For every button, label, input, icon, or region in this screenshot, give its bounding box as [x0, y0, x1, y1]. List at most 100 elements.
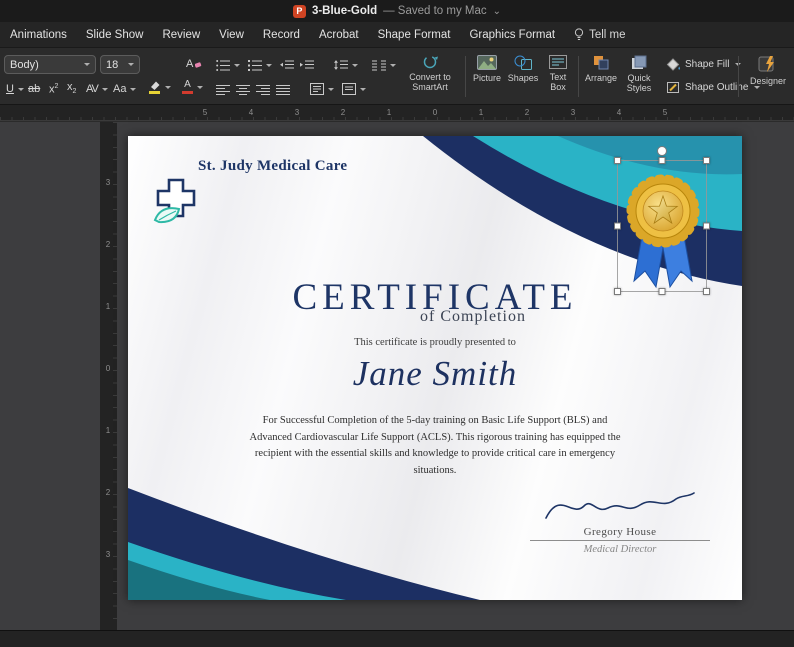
- chevron-down-icon: [17, 87, 24, 91]
- font-size-select[interactable]: 18: [100, 55, 140, 74]
- org-logo[interactable]: [152, 176, 200, 226]
- text-box-icon: [549, 55, 567, 69]
- font-name-select[interactable]: Body): [4, 55, 96, 74]
- chevron-down-icon: [84, 63, 90, 66]
- picture-icon: [477, 55, 497, 70]
- indent-icon: [300, 60, 314, 68]
- tab-graphics-format[interactable]: Graphics Format: [469, 29, 555, 41]
- presented-line[interactable]: This certificate is proudly presented to: [128, 337, 742, 348]
- underline-button[interactable]: U: [6, 81, 24, 97]
- chevron-down-icon: [328, 87, 334, 91]
- designer-icon: [758, 56, 774, 72]
- bullets-button[interactable]: [216, 57, 240, 73]
- vertical-ruler[interactable]: 3 2 1 0 1 2 3: [100, 122, 117, 630]
- superscript-button[interactable]: x2: [49, 81, 58, 97]
- columns-button[interactable]: [372, 57, 396, 73]
- numbered-list-icon: [248, 59, 262, 71]
- align-text-icon: [342, 83, 356, 95]
- highlight-color-button[interactable]: [148, 79, 171, 95]
- lightbulb-icon: [575, 28, 584, 40]
- align-text-button[interactable]: [342, 81, 366, 97]
- subscript-button[interactable]: x2: [67, 81, 76, 97]
- selection-handle-sw[interactable]: [614, 288, 621, 295]
- bullet-list-icon: [216, 59, 230, 71]
- chevron-down-icon: [197, 85, 203, 89]
- character-spacing-button[interactable]: AV: [86, 81, 108, 97]
- tab-acrobat[interactable]: Acrobat: [319, 29, 359, 41]
- quick-styles-button[interactable]: Quick Styles: [621, 55, 657, 94]
- ribbon: Body) 18 A U ab x2 x2 AV Aa A Convert to…: [0, 48, 794, 105]
- columns-icon: [372, 60, 386, 70]
- align-center-button[interactable]: [236, 82, 250, 98]
- tab-animations[interactable]: Animations: [10, 29, 67, 41]
- shapes-icon: [514, 55, 532, 70]
- selection-handle-nw[interactable]: [614, 157, 621, 164]
- chevron-down-icon: [165, 85, 171, 89]
- convert-to-smartart-button[interactable]: Convert to SmartArt: [400, 55, 460, 93]
- powerpoint-app-icon: P: [292, 4, 306, 18]
- align-left-button[interactable]: [216, 82, 230, 98]
- horizontal-ruler[interactable]: 5 4 3 2 1 0 1 2 3 4 5: [0, 105, 794, 121]
- medical-cross-leaf-icon: [153, 178, 196, 224]
- numbering-button[interactable]: [248, 57, 272, 73]
- align-left-icon: [216, 84, 230, 95]
- chevron-down-icon: [352, 63, 358, 67]
- signature-stroke: [545, 492, 695, 519]
- chevron-down-icon: [360, 87, 366, 91]
- chevron-down-icon: [754, 86, 761, 89]
- selection-handle-w[interactable]: [614, 222, 621, 230]
- tab-view[interactable]: View: [219, 29, 244, 41]
- font-color-button[interactable]: A: [182, 79, 203, 95]
- certificate-subtitle[interactable]: of Completion: [420, 308, 526, 326]
- clear-formatting-button[interactable]: A: [186, 56, 202, 72]
- designer-button[interactable]: Designer: [746, 55, 790, 86]
- ribbon-tab-bar: Animations Slide Show Review View Record…: [0, 22, 794, 48]
- selection-handle-se[interactable]: [703, 288, 710, 295]
- tell-me-button[interactable]: Tell me: [574, 28, 626, 41]
- selection-handle-ne[interactable]: [703, 157, 710, 164]
- document-title: 3-Blue-Gold: [311, 5, 378, 17]
- tab-record[interactable]: Record: [263, 29, 300, 41]
- text-direction-button[interactable]: [310, 81, 334, 97]
- line-spacing-icon: [334, 59, 348, 70]
- slide-canvas[interactable]: St. Judy Medical Care CERTIFICATE of Com…: [128, 136, 742, 600]
- chevron-down-icon: [130, 87, 137, 91]
- title-chevron-icon[interactable]: ⌄: [493, 6, 501, 17]
- justify-button[interactable]: [276, 82, 290, 98]
- text-direction-icon: [310, 83, 324, 95]
- certificate-body-text[interactable]: For Successful Completion of the 5-day t…: [244, 413, 626, 479]
- medal-graphic-selected[interactable]: [614, 146, 710, 295]
- tab-review[interactable]: Review: [162, 29, 200, 41]
- decrease-indent-button[interactable]: [280, 57, 294, 73]
- shape-fill-button[interactable]: Shape Fill: [666, 58, 742, 71]
- rotation-handle[interactable]: [657, 146, 667, 156]
- chevron-down-icon: [128, 63, 134, 66]
- selection-handle-n[interactable]: [658, 157, 666, 164]
- title-bar: P 3-Blue-Gold — Saved to my Mac ⌄: [0, 0, 794, 22]
- smartart-icon: [423, 55, 438, 69]
- outdent-icon: [280, 60, 294, 68]
- quick-styles-icon: [632, 55, 647, 69]
- strikethrough-button[interactable]: ab: [28, 81, 40, 97]
- line-spacing-button[interactable]: [334, 57, 358, 73]
- selection-handle-s[interactable]: [658, 288, 666, 295]
- recipient-name[interactable]: Jane Smith: [128, 354, 742, 394]
- picture-button[interactable]: Picture: [470, 55, 504, 83]
- text-box-button[interactable]: Text Box: [542, 55, 574, 93]
- selection-handle-e[interactable]: [703, 222, 710, 230]
- chevron-down-icon: [266, 63, 272, 67]
- change-case-button[interactable]: Aa: [113, 81, 137, 97]
- powerpoint-window: P 3-Blue-Gold — Saved to my Mac ⌄ Animat…: [0, 0, 794, 647]
- arrange-button[interactable]: Arrange: [583, 55, 619, 83]
- shapes-button[interactable]: Shapes: [506, 55, 540, 83]
- signature-block[interactable]: Gregory House Medical Director: [530, 484, 710, 555]
- justify-icon: [276, 84, 290, 95]
- align-center-icon: [236, 84, 250, 95]
- chevron-down-icon: [390, 63, 396, 67]
- tab-shape-format[interactable]: Shape Format: [378, 29, 451, 41]
- increase-indent-button[interactable]: [300, 57, 314, 73]
- tab-slide-show[interactable]: Slide Show: [86, 29, 144, 41]
- org-name[interactable]: St. Judy Medical Care: [198, 158, 418, 175]
- pencil-outline-icon: [667, 82, 679, 93]
- align-right-button[interactable]: [256, 82, 270, 98]
